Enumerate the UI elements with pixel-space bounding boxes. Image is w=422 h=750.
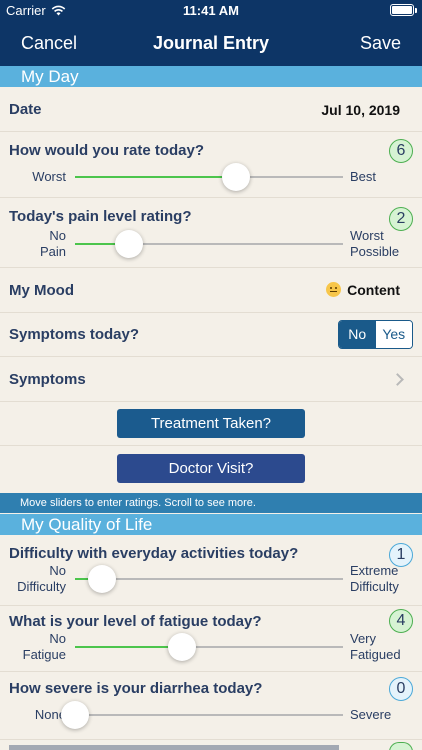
pain-max-label-line-1: Worst — [350, 228, 384, 243]
fatigue-label: What is your level of fatigue today? — [9, 613, 262, 630]
symptoms-today-row: Symptoms today? No Yes — [0, 313, 422, 357]
date-label: Date — [9, 101, 42, 118]
section-header-quality-of-life: My Quality of Life — [0, 514, 422, 535]
fatigue-min-label: No Fatigue — [9, 631, 66, 663]
diarrhea-max-label: Severe — [350, 707, 392, 722]
fatigue-max-label: Very Fatigued — [350, 631, 401, 663]
difficulty-min-label: No Difficulty — [9, 563, 66, 595]
mood-value[interactable]: Content — [326, 282, 400, 298]
fatigue-row: What is your level of fatigue today? 4 N… — [0, 606, 422, 672]
fatigue-slider-zone: No Fatigue Very Fatigued — [0, 630, 422, 664]
content-face-icon — [326, 282, 342, 297]
pain-min-label-line-2: Pain — [39, 244, 66, 259]
difficulty-label: Difficulty with everyday activities toda… — [9, 545, 299, 562]
diarrhea-slider-zone: None Severe — [0, 698, 422, 732]
difficulty-min-label-line-2: Difficulty — [17, 579, 66, 594]
date-row[interactable]: Date Jul 10, 2019 — [0, 88, 422, 132]
symptoms-no-option[interactable]: No — [339, 321, 376, 348]
doctor-visit-button[interactable]: Doctor Visit? — [117, 454, 305, 483]
rate-today-slider[interactable] — [75, 163, 343, 191]
cancel-button[interactable]: Cancel — [21, 33, 77, 54]
symptoms-yes-option[interactable]: Yes — [375, 321, 412, 348]
diarrhea-row: How severe is your diarrhea today? 0 Non… — [0, 672, 422, 740]
diarrhea-slider[interactable] — [61, 701, 343, 729]
slider-thumb[interactable] — [61, 701, 89, 729]
next-row-cutoff — [9, 742, 349, 750]
treatment-row: Treatment Taken? — [0, 402, 422, 446]
save-button[interactable]: Save — [360, 33, 401, 54]
treatment-taken-button[interactable]: Treatment Taken? — [117, 409, 305, 438]
rate-today-label: How would you rate today? — [9, 142, 205, 159]
mood-value-text: Content — [347, 282, 400, 298]
battery-icon — [390, 4, 417, 16]
rate-today-max-label: Best — [350, 169, 377, 184]
pain-row: Today's pain level rating? 2 No Pain Wor… — [0, 198, 422, 268]
date-value[interactable]: Jul 10, 2019 — [321, 102, 400, 118]
difficulty-max-label: Extreme Difficulty — [350, 563, 399, 595]
pain-label: Today's pain level rating? — [9, 208, 192, 225]
rate-today-row: How would you rate today? 6 Worst Best — [0, 132, 422, 198]
symptoms-row[interactable]: Symptoms — [0, 357, 422, 402]
diarrhea-label: How severe is your diarrhea today? — [9, 680, 263, 697]
mood-row[interactable]: My Mood Content — [0, 268, 422, 313]
info-hint: Move sliders to enter ratings. Scroll to… — [0, 493, 422, 513]
slider-thumb[interactable] — [87, 565, 116, 593]
rate-today-min-label: Worst — [32, 169, 66, 184]
fatigue-max-label-line-1: Very — [350, 631, 377, 646]
next-row-badge-cutoff — [389, 742, 413, 750]
difficulty-min-label-line-1: No — [49, 563, 66, 578]
mood-label: My Mood — [9, 282, 74, 299]
slider-thumb[interactable] — [221, 163, 250, 191]
symptoms-today-segmented-control[interactable]: No Yes — [338, 320, 413, 349]
pain-slider[interactable] — [75, 230, 343, 258]
fatigue-max-label-line-2: Fatigued — [350, 647, 401, 662]
symptoms-today-label: Symptoms today? — [9, 326, 140, 343]
pain-min-label: No Pain — [9, 228, 66, 260]
pain-max-label: Worst Possible — [350, 228, 399, 260]
rate-today-slider-zone: Worst Best — [0, 160, 422, 194]
pain-slider-zone: No Pain Worst Possible — [0, 227, 422, 261]
section-header-my-day: My Day — [0, 66, 422, 87]
pain-min-label-line-1: No — [49, 228, 66, 243]
symptoms-label: Symptoms — [9, 371, 86, 388]
pain-max-label-line-2: Possible — [350, 244, 400, 259]
status-time: 11:41 AM — [183, 3, 239, 18]
slider-thumb[interactable] — [114, 230, 143, 258]
navigation-bar: Cancel Journal Entry Save — [0, 22, 422, 66]
slider-thumb[interactable] — [168, 633, 197, 661]
status-bar: Carrier 11:41 AM — [0, 0, 422, 22]
difficulty-max-label-line-1: Extreme — [350, 563, 399, 578]
doctor-row: Doctor Visit? — [0, 446, 422, 493]
chevron-right-icon — [391, 373, 404, 386]
difficulty-max-label-line-2: Difficulty — [350, 579, 399, 594]
difficulty-slider-zone: No Difficulty Extreme Difficulty — [0, 562, 422, 596]
difficulty-slider[interactable] — [75, 565, 343, 593]
slider-fill — [75, 646, 183, 648]
fatigue-min-label-line-1: No — [49, 631, 66, 646]
fatigue-slider[interactable] — [75, 633, 343, 661]
slider-fill — [75, 176, 236, 178]
difficulty-row: Difficulty with everyday activities toda… — [0, 536, 422, 606]
fatigue-min-label-line-2: Fatigue — [22, 647, 66, 662]
diarrhea-min-label: None — [34, 707, 66, 722]
